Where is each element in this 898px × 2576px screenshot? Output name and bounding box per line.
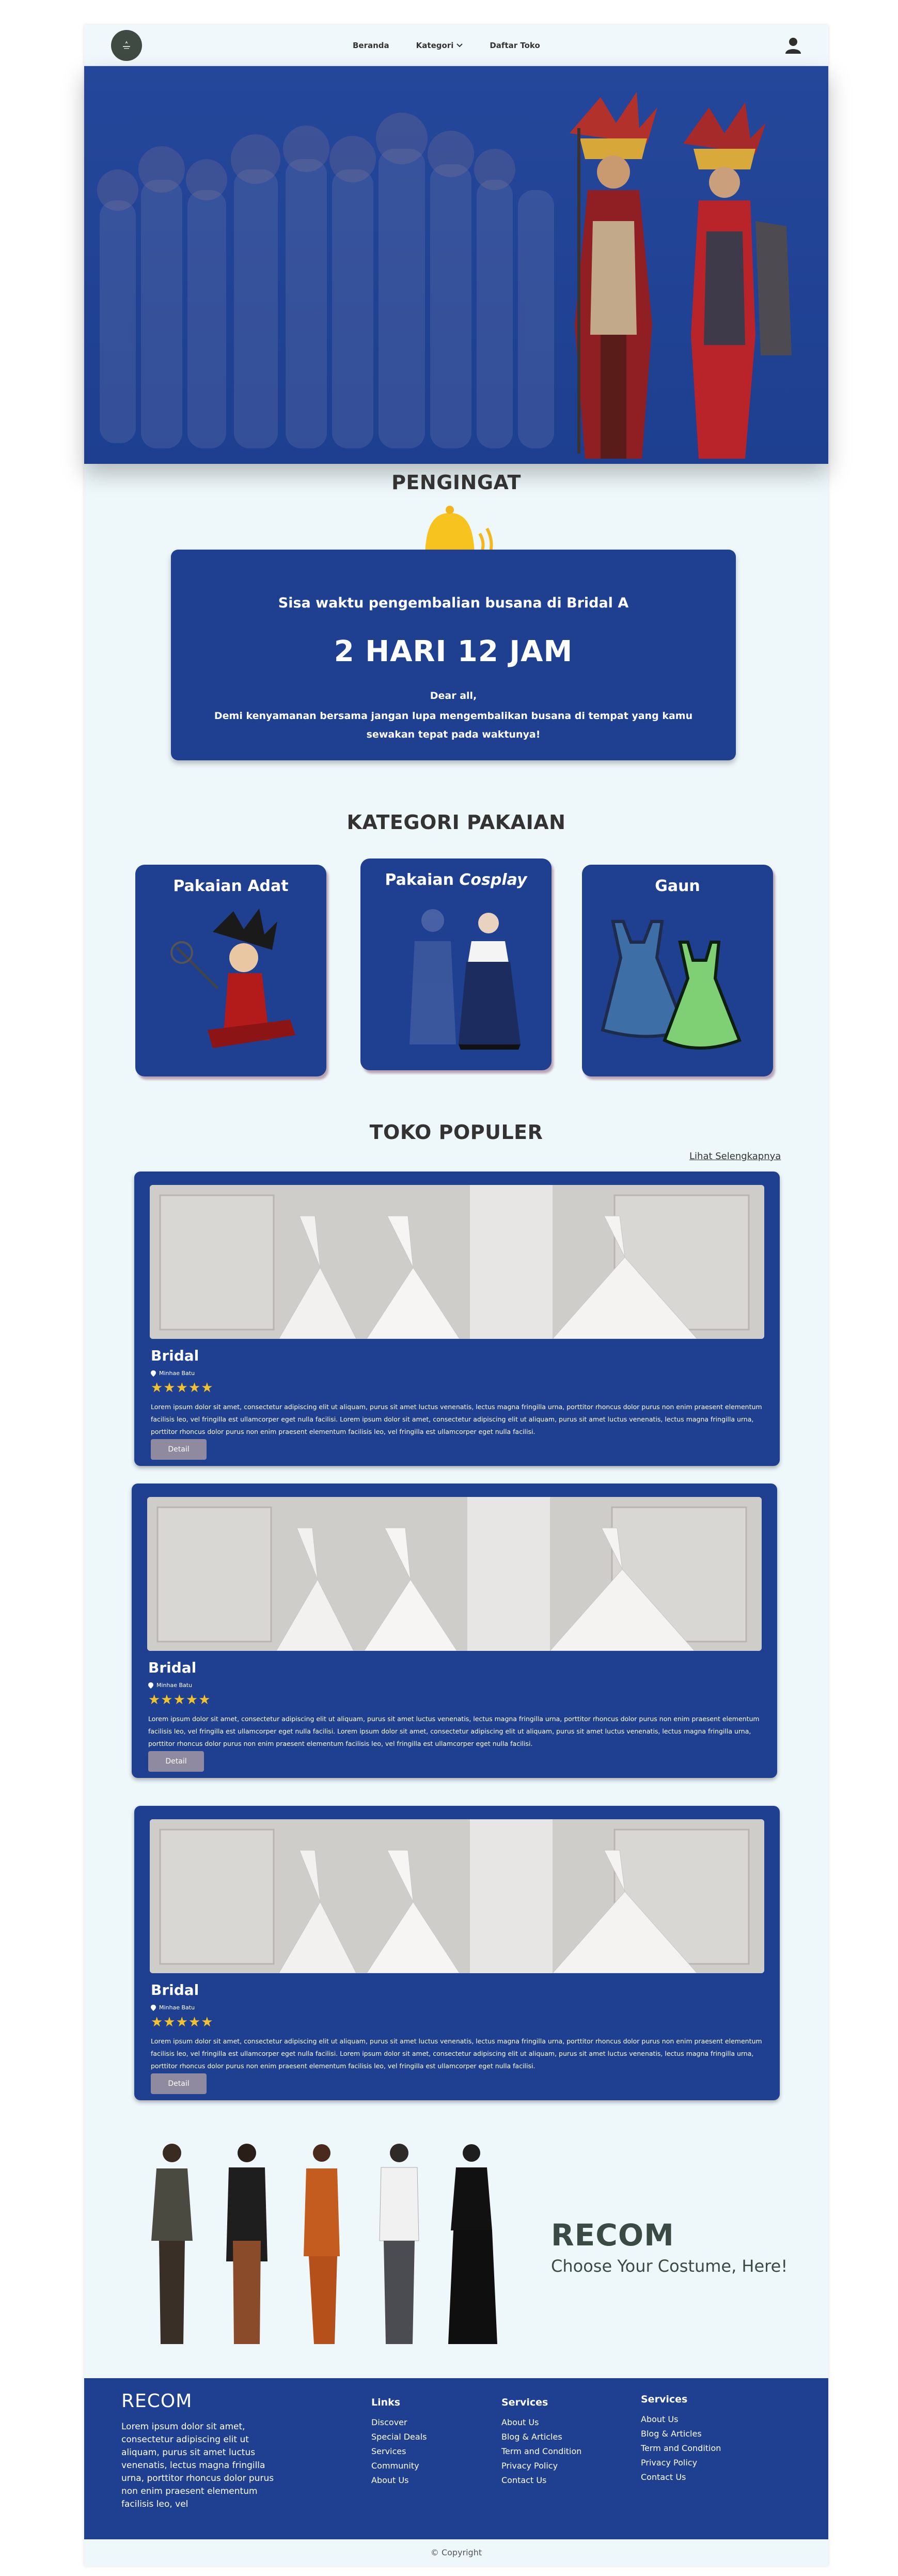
- figure-1: [151, 2144, 193, 2344]
- category-card-gaun[interactable]: Gaun: [582, 865, 773, 1076]
- footer-link[interactable]: Community: [371, 2459, 427, 2473]
- nav-item-kategori[interactable]: Kategori: [416, 41, 463, 50]
- footer-link[interactable]: Privacy Policy: [641, 2456, 721, 2470]
- footer-link[interactable]: Discover: [371, 2415, 427, 2430]
- footer-about-text: Lorem ipsum dolor sit amet, consectetur …: [121, 2422, 274, 2509]
- shop-name[interactable]: Bridal: [151, 1347, 199, 1364]
- footer-link[interactable]: About Us: [371, 2473, 427, 2488]
- pakaian-adat-illustration: [170, 909, 295, 1048]
- shops-section-title: TOKO POPULER: [369, 1121, 543, 1144]
- reminder-card: Sisa waktu pengembalian busana di Bridal…: [171, 550, 736, 760]
- category-label-italic: Cosplay: [459, 871, 527, 889]
- footer-column-title: Links: [371, 2397, 401, 2408]
- footer-link[interactable]: Contact Us: [641, 2470, 721, 2485]
- shop-rating-stars: ★★★★★: [151, 1380, 214, 1396]
- footer-column-title: Services: [641, 2394, 688, 2405]
- shop-photo: [147, 1497, 762, 1651]
- footer-link[interactable]: Blog & Articles: [641, 2427, 721, 2441]
- location-pin-icon: [148, 1682, 153, 1689]
- reminder-greeting: Dear all,: [430, 690, 477, 701]
- chevron-down-icon: [456, 43, 463, 48]
- shop-location: Minhae Batu: [151, 1370, 195, 1377]
- footer-column-links: Links Discover Special Deals Services Co…: [371, 2397, 427, 2488]
- detail-button[interactable]: Detail: [151, 2073, 207, 2094]
- shop-photo: [150, 1819, 764, 1973]
- footer-link[interactable]: About Us: [501, 2415, 581, 2430]
- location-pin-icon: [151, 1370, 156, 1377]
- footer-link[interactable]: About Us: [641, 2412, 721, 2427]
- shop-card: Bridal Minhae Batu ★★★★★ Lorem ipsum dol…: [132, 1484, 777, 1778]
- footer-link[interactable]: Special Deals: [371, 2430, 427, 2444]
- figure-5: [448, 2144, 497, 2344]
- shop-description: Lorem ipsum dolor sit amet, consectetur …: [151, 1403, 762, 1435]
- reminder-message: Demi kenyamanan bersama jangan lupa meng…: [214, 710, 693, 740]
- category-card-pakaian-cosplay[interactable]: Pakaian Cosplay: [360, 858, 552, 1070]
- footer-column-services: Services About Us Blog & Articles Term a…: [501, 2397, 581, 2488]
- nav-item-beranda[interactable]: Beranda: [353, 41, 389, 50]
- footer-link[interactable]: Contact Us: [501, 2473, 581, 2488]
- figure-4: [379, 2144, 419, 2344]
- copyright-text: © Copyright: [430, 2548, 482, 2557]
- gaun-illustration: [601, 920, 742, 1050]
- footer-brand: RECOM: [121, 2391, 193, 2412]
- footer: RECOM Lorem ipsum dolor sit amet, consec…: [84, 2378, 828, 2539]
- reminder-section-title: PENGINGAT: [391, 471, 521, 494]
- shop-location-text: Minhae Batu: [159, 2004, 195, 2011]
- footer-link[interactable]: Term and Condition: [641, 2441, 721, 2456]
- footer-link[interactable]: Blog & Articles: [501, 2430, 581, 2444]
- shop-card: Bridal Minhae Batu ★★★★★ Lorem ipsum dol…: [134, 1172, 780, 1466]
- nav-links: Beranda Kategori Daftar Toko: [353, 25, 540, 66]
- figure-3: [304, 2144, 340, 2344]
- categories-section-title: KATEGORI PAKAIAN: [346, 811, 566, 834]
- category-label: Pakaian Adat: [173, 877, 289, 895]
- cosplay-illustration: [409, 909, 521, 1050]
- top-navbar: Beranda Kategori Daftar Toko: [84, 25, 828, 66]
- footer-column-services-2: Services About Us Blog & Articles Term a…: [641, 2394, 721, 2485]
- recom-figures-illustration: [151, 2144, 497, 2344]
- shop-location-text: Minhae Batu: [159, 1370, 195, 1377]
- detail-button[interactable]: Detail: [151, 1439, 207, 1460]
- category-label-prefix: Pakaian: [385, 871, 460, 889]
- shop-photo: [150, 1185, 764, 1339]
- footer-link[interactable]: Privacy Policy: [501, 2459, 581, 2473]
- footer-link[interactable]: Term and Condition: [501, 2444, 581, 2459]
- reminder-countdown: 2 HARI 12 JAM: [334, 635, 573, 668]
- shop-location: Minhae Batu: [148, 1682, 192, 1689]
- hero-banner: [84, 66, 828, 464]
- wedding-dress-photo: [147, 1497, 762, 1651]
- hero-costume-illustration: [97, 92, 792, 459]
- shop-description: Lorem ipsum dolor sit amet, consectetur …: [151, 2037, 762, 2070]
- user-icon[interactable]: [783, 35, 804, 56]
- reminder-heading: Sisa waktu pengembalian busana di Bridal…: [278, 595, 629, 611]
- shop-name[interactable]: Bridal: [151, 1981, 199, 1999]
- shop-rating-stars: ★★★★★: [148, 1692, 211, 1708]
- recom-title: RECOM: [551, 2218, 674, 2253]
- nav-item-daftar-toko[interactable]: Daftar Toko: [490, 41, 540, 50]
- category-label: Gaun: [655, 877, 700, 895]
- detail-button[interactable]: Detail: [148, 1751, 204, 1772]
- location-pin-icon: [151, 2004, 156, 2011]
- footer-column-title: Services: [501, 2397, 548, 2408]
- wedding-dress-photo: [150, 1185, 764, 1339]
- page-frame: Beranda Kategori Daftar Toko PENGINGAT S…: [84, 25, 828, 2566]
- brand-logo[interactable]: [111, 30, 142, 61]
- wedding-dress-photo: [150, 1819, 764, 1973]
- shop-rating-stars: ★★★★★: [151, 2015, 214, 2030]
- shop-name[interactable]: Bridal: [148, 1659, 196, 1676]
- see-more-link[interactable]: Lihat Selengkapnya: [689, 1151, 781, 1162]
- category-card-pakaian-adat[interactable]: Pakaian Adat: [135, 865, 326, 1076]
- shop-description: Lorem ipsum dolor sit amet, consectetur …: [148, 1715, 760, 1747]
- footer-link[interactable]: Services: [371, 2444, 427, 2459]
- figure-2: [226, 2144, 267, 2344]
- logo-mark-icon: [123, 41, 130, 49]
- shop-location-text: Minhae Batu: [156, 1682, 193, 1689]
- nav-item-kategori-label: Kategori: [416, 41, 454, 50]
- recom-subtitle: Choose Your Costume, Here!: [551, 2256, 788, 2276]
- shop-card: Bridal Minhae Batu ★★★★★ Lorem ipsum dol…: [134, 1806, 780, 2100]
- shop-location: Minhae Batu: [151, 2004, 195, 2011]
- category-label: Pakaian Cosplay: [360, 871, 552, 889]
